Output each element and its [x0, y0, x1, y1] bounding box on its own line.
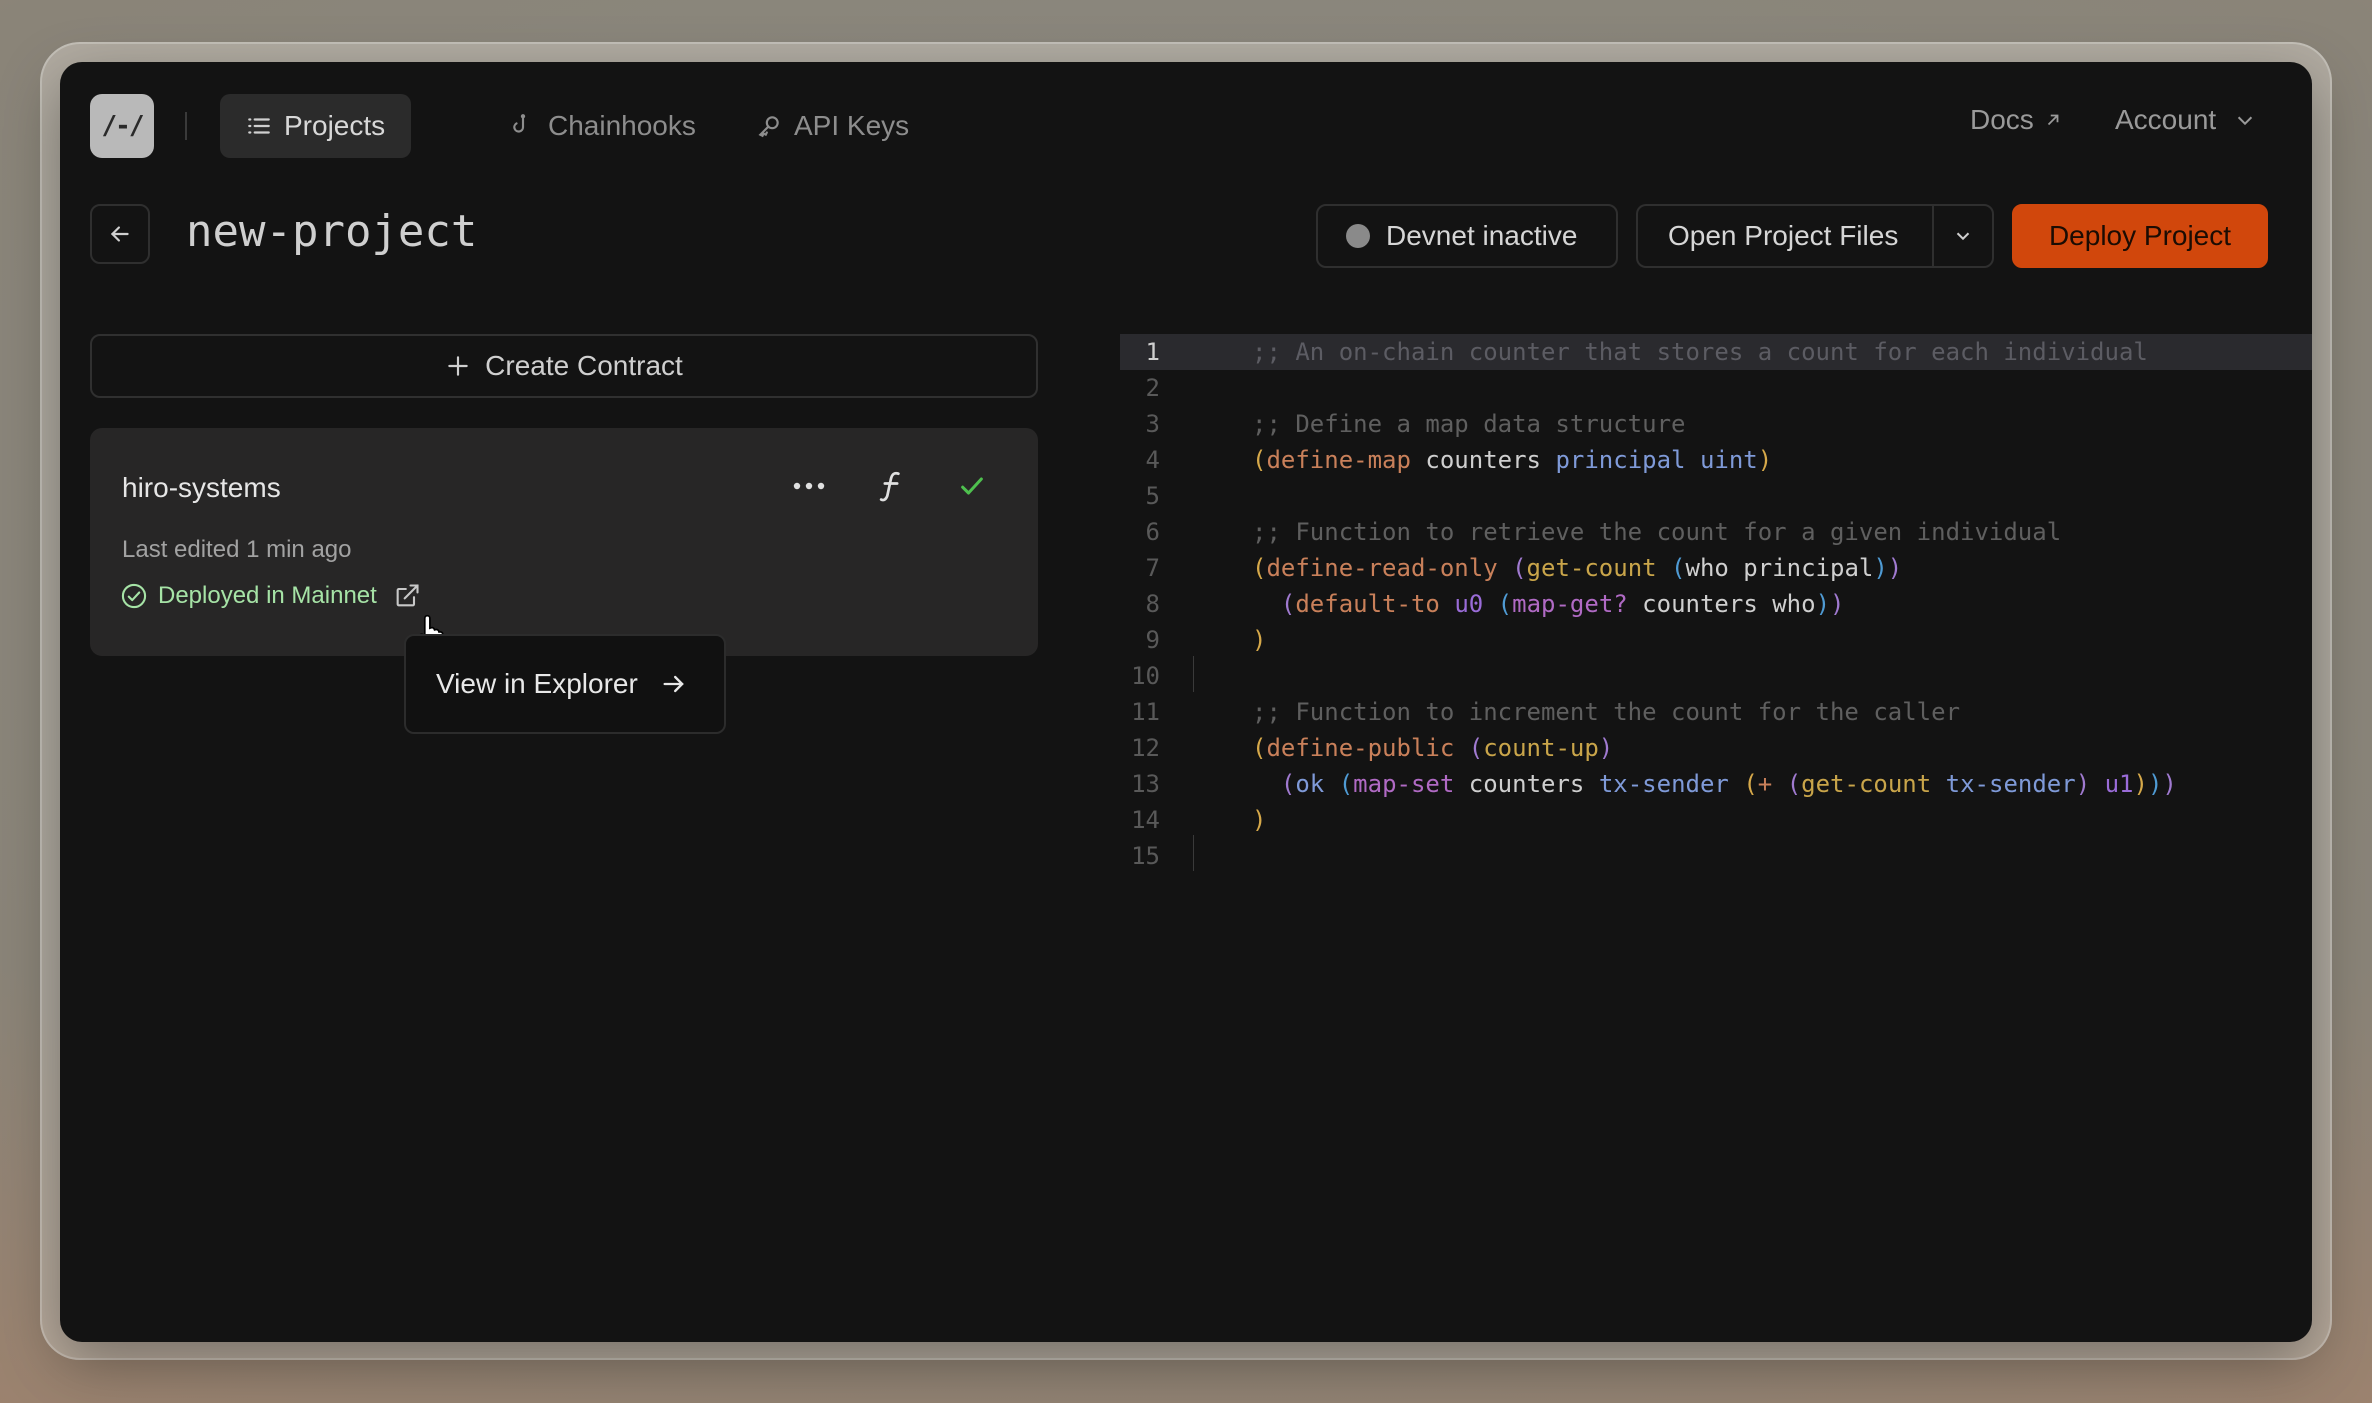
- code-text: ;; Function to retrieve the count for a …: [1252, 518, 2062, 546]
- external-link-icon[interactable]: [393, 582, 421, 610]
- code-line: 2: [1120, 370, 2312, 406]
- more-options-icon[interactable]: [792, 480, 826, 492]
- code-text: (define-read-only (get-count (who princi…: [1252, 554, 1903, 582]
- view-in-explorer-label: View in Explorer: [436, 668, 638, 699]
- external-arrow-icon: [2047, 114, 2059, 126]
- app-window: /-/ Projects Chainhooks API Keys Docs Ac…: [60, 62, 2312, 1342]
- line-number: 13: [1131, 770, 1160, 798]
- contract-name: hiro-systems: [122, 472, 281, 503]
- create-contract-label: Create Contract: [485, 350, 683, 381]
- check-circle-icon: [121, 583, 147, 609]
- code-line: 8 (default-to u0 (map-get? counters who)…: [1120, 586, 2312, 622]
- view-in-explorer-tooltip[interactable]: View in Explorer: [404, 634, 726, 734]
- line-number: 7: [1145, 554, 1160, 582]
- code-line: 13 (ok (map-set counters tx-sender (+ (g…: [1120, 766, 2312, 802]
- hook-icon: [513, 114, 526, 133]
- line-number: 9: [1145, 626, 1160, 654]
- status-dot: [1346, 224, 1370, 248]
- code-text: (define-map counters principal uint): [1252, 446, 1773, 474]
- code-text: ): [1252, 626, 1267, 654]
- code-line: 14): [1120, 802, 2312, 838]
- code-line: 4 (define-map counters principal uint): [1120, 442, 2312, 478]
- deploy-status: Deployed in Mainnet: [120, 582, 421, 610]
- plus-icon: [448, 356, 468, 376]
- code-text: (ok (map-set counters tx-sender (+ (get-…: [1280, 770, 2177, 798]
- deploy-status-label: Deployed in Mainnet: [158, 582, 377, 609]
- indent-guide: [1193, 656, 1194, 692]
- code-line: 10: [1120, 658, 2312, 694]
- line-number: 14: [1131, 806, 1160, 834]
- code-line: 9): [1120, 622, 2312, 658]
- code-line: 5: [1120, 478, 2312, 514]
- chevron-down-icon: [1956, 232, 1970, 241]
- code-text: ;; Function to increment the count for t…: [1252, 698, 1961, 726]
- code-line: 7 (define-read-only (get-count (who princ…: [1120, 550, 2312, 586]
- code-text: ;; An on-chain counter that stores a cou…: [1252, 338, 2148, 366]
- line-number: 11: [1131, 698, 1160, 726]
- indent-guide: [1193, 835, 1194, 871]
- nav-projects[interactable]: Projects: [220, 94, 412, 158]
- account-label: Account: [2115, 104, 2217, 135]
- code-text: ;; Define a map data structure: [1252, 410, 1686, 438]
- back-button[interactable]: [90, 204, 150, 264]
- line-number: 6: [1145, 518, 1160, 546]
- line-number: 10: [1131, 662, 1160, 690]
- docs-label: Docs: [1970, 104, 2034, 135]
- code-line: 15: [1120, 838, 2312, 874]
- devnet-status-button[interactable]: Devnet inactive: [1316, 204, 1618, 268]
- open-files-label: Open Project Files: [1668, 220, 1899, 251]
- hiro-logo[interactable]: /-/: [90, 94, 154, 158]
- code-line: 6 ;; Function to retrieve the count for a…: [1120, 514, 2312, 550]
- nav-projects-label: Projects: [284, 110, 386, 141]
- line-number: 1: [1145, 338, 1160, 366]
- chevron-down-icon: [2238, 116, 2253, 126]
- line-number: 2: [1145, 374, 1160, 402]
- checkmark-icon: [961, 477, 983, 495]
- page-title: new-project: [186, 206, 478, 257]
- code-line: 1 ;; An on-chain counter that stores a co…: [1120, 334, 2312, 370]
- open-project-files-button[interactable]: Open Project Files: [1636, 204, 1932, 268]
- deploy-project-button[interactable]: Deploy Project: [2012, 204, 2268, 268]
- devnet-label: Devnet inactive: [1386, 220, 1578, 251]
- code-line: 3 ;; Define a map data structure: [1120, 406, 2312, 442]
- nav-chainhooks-label: Chainhooks: [548, 110, 696, 141]
- line-number: 4: [1145, 446, 1160, 474]
- line-number: 5: [1145, 482, 1160, 510]
- code-text: (define-public (count-up): [1252, 734, 1614, 762]
- key-icon: [758, 116, 779, 138]
- code-line: 11 ;; Function to increment the count for…: [1120, 694, 2312, 730]
- deploy-label: Deploy Project: [2048, 220, 2232, 251]
- nav-divider: [185, 112, 187, 140]
- contract-card[interactable]: hiro-systems Last edited 1 min ago Deplo…: [90, 428, 1038, 656]
- line-number: 15: [1131, 842, 1160, 870]
- account-menu[interactable]: Account: [2115, 104, 2256, 136]
- line-number: 12: [1131, 734, 1160, 762]
- last-edited-text: Last edited 1 min ago: [122, 536, 352, 563]
- line-number: 3: [1145, 410, 1160, 438]
- line-number: 8: [1145, 590, 1160, 618]
- nav-api-keys-label: API Keys: [794, 110, 910, 141]
- list-icon: [248, 118, 270, 134]
- code-line: 12 (define-public (count-up): [1120, 730, 2312, 766]
- nav-api-keys[interactable]: API Keys: [730, 94, 935, 158]
- code-text: (default-to u0 (map-get? counters who)): [1280, 590, 1845, 618]
- function-icon[interactable]: [876, 470, 906, 502]
- code-editor[interactable]: 1 ;; An on-chain counter that stores a co…: [1120, 334, 2312, 874]
- arrow-right-icon: [663, 675, 684, 693]
- docs-link[interactable]: Docs: [1970, 104, 2062, 136]
- create-contract-button[interactable]: Create Contract: [90, 334, 1038, 398]
- open-files-dropdown-button[interactable]: [1932, 204, 1994, 268]
- code-text: ): [1252, 806, 1267, 834]
- nav-chainhooks[interactable]: Chainhooks: [484, 94, 722, 158]
- arrow-left-icon: [110, 226, 129, 242]
